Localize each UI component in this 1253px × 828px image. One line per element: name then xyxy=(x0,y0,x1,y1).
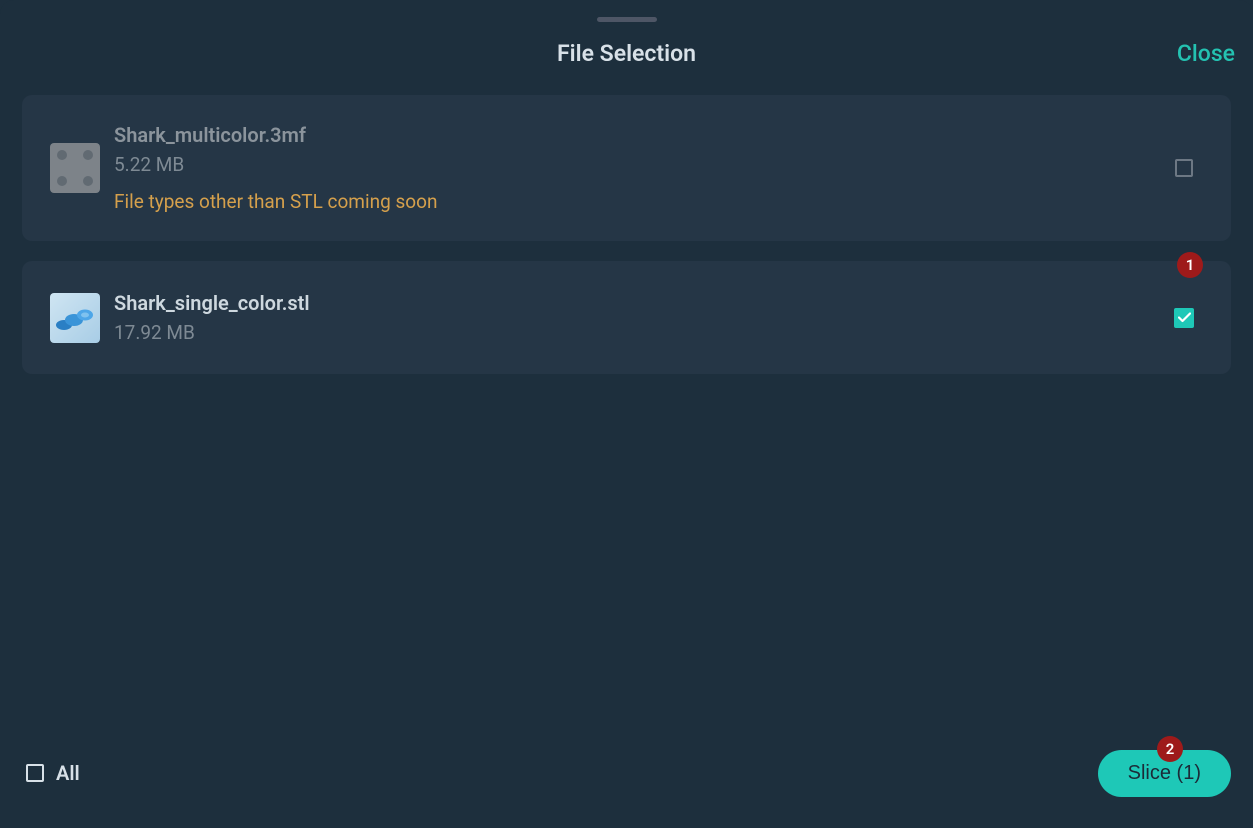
modal-footer: All Slice (1) 2 xyxy=(0,746,1253,828)
checkbox-unchecked-icon xyxy=(26,764,44,782)
file-list: Shark_multicolor.3mf 5.22 MB File types … xyxy=(0,95,1253,374)
file-thumbnail xyxy=(50,293,100,343)
file-checkbox-slot xyxy=(1173,159,1195,177)
file-row[interactable]: Shark_multicolor.3mf 5.22 MB File types … xyxy=(22,95,1231,241)
model-preview-icon xyxy=(54,303,96,333)
checkbox-unchecked-icon[interactable] xyxy=(1175,159,1193,177)
file-size: 17.92 MB xyxy=(114,321,1173,344)
file-checkbox-slot xyxy=(1173,308,1195,328)
annotation-badge: 2 xyxy=(1157,736,1183,762)
file-thumbnail-placeholder xyxy=(50,143,100,193)
file-info: Shark_single_color.stl 17.92 MB xyxy=(114,291,1173,344)
file-name: Shark_single_color.stl xyxy=(114,291,1173,315)
slice-button-wrap: Slice (1) 2 xyxy=(1098,750,1231,797)
file-row[interactable]: Shark_single_color.stl 17.92 MB 1 xyxy=(22,261,1231,374)
select-all-label: All xyxy=(56,761,80,785)
checkbox-checked-icon[interactable] xyxy=(1174,308,1194,328)
select-all-toggle[interactable]: All xyxy=(26,761,80,785)
file-warning: File types other than STL coming soon xyxy=(114,190,1173,213)
close-button[interactable]: Close xyxy=(1177,40,1235,67)
file-size: 5.22 MB xyxy=(114,153,1173,176)
annotation-badge: 1 xyxy=(1177,252,1203,278)
file-selection-modal: File Selection Close Shark_multicolor.3m… xyxy=(0,0,1253,828)
file-info: Shark_multicolor.3mf 5.22 MB File types … xyxy=(114,123,1173,213)
modal-header: File Selection Close xyxy=(0,22,1253,95)
file-name: Shark_multicolor.3mf xyxy=(114,123,1173,147)
modal-title: File Selection xyxy=(0,40,1253,67)
